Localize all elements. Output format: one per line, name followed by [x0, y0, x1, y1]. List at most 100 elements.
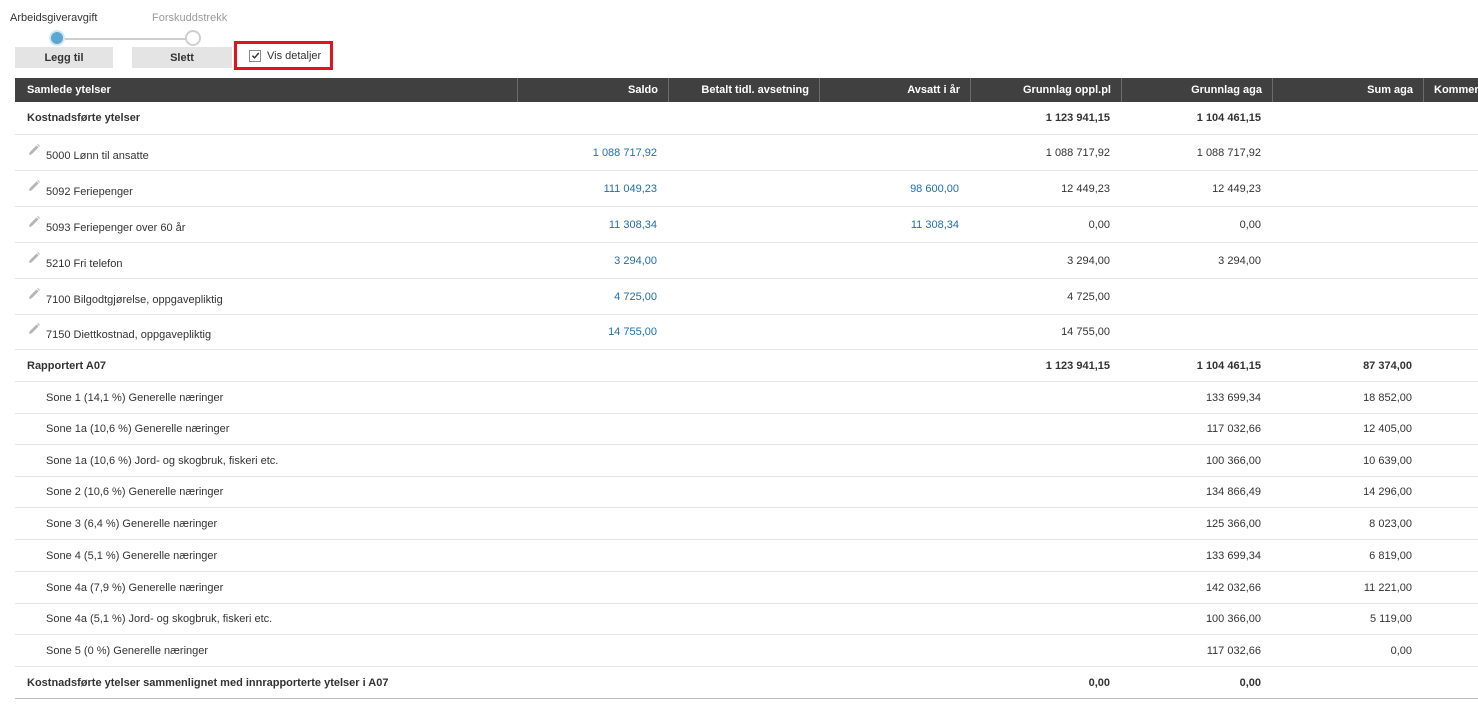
- step-dot-active[interactable]: [49, 30, 65, 46]
- row-name-cell: 5210 Fri telefon: [27, 243, 122, 278]
- pencil-icon[interactable]: [27, 179, 41, 193]
- cell-betalt: [668, 508, 819, 539]
- cell-aga: 1 104 461,15: [1196, 359, 1261, 372]
- row-name: 5093 Feriepenger over 60 år: [46, 221, 186, 234]
- row-name-cell: 5092 Feriepenger: [27, 171, 133, 206]
- row-name: Kostnadsførte ytelser sammenlignet med i…: [27, 676, 389, 689]
- pencil-icon[interactable]: [27, 215, 41, 229]
- column-header-sum-aga[interactable]: Sum aga: [1272, 78, 1423, 102]
- pencil-icon[interactable]: [27, 322, 41, 336]
- cell-saldo: [517, 477, 668, 507]
- cell-sum: [1272, 315, 1423, 349]
- cell-betalt: [668, 540, 819, 571]
- table-row[interactable]: 7150 Diettkostnad, oppgavepliktig 14 755,…: [15, 314, 1478, 349]
- cell-aga: 3 294,00: [1218, 254, 1261, 267]
- cell-saldo[interactable]: 1 088 717,92: [517, 135, 668, 170]
- step-dot-inactive[interactable]: [185, 30, 201, 46]
- table-row[interactable]: 5092 Feriepenger 111 049,23 98 600,00 12 44…: [15, 170, 1478, 206]
- row-name-cell: Sone 1a (10,6 %) Jord- og skogbruk, fisk…: [46, 445, 278, 476]
- cell-aga: 0,00: [1239, 218, 1261, 231]
- column-header-saldo[interactable]: Saldo: [517, 78, 668, 102]
- cell-saldo[interactable]: 4 725,00: [517, 279, 668, 314]
- row-name-cell: Sone 4 (5,1 %) Generelle næringer: [46, 540, 217, 571]
- column-header-samlede-ytelser[interactable]: Samlede ytelser: [15, 78, 517, 102]
- column-header-grunnlag-oppl[interactable]: Grunnlag oppl.pl: [970, 78, 1121, 102]
- cell-betalt: [668, 102, 819, 134]
- cell-saldo: [517, 540, 668, 571]
- add-button[interactable]: Legg til: [15, 47, 113, 68]
- cell-sum: [1272, 279, 1423, 314]
- pencil-icon[interactable]: [27, 287, 41, 301]
- cell-sum: 6 819,00: [1369, 549, 1412, 562]
- cell-betalt: [668, 382, 819, 413]
- row-name-cell: Sone 1a (10,6 %) Generelle næringer: [46, 414, 229, 444]
- cell-avsatt[interactable]: 11 308,34: [819, 207, 970, 242]
- column-header-avsatt[interactable]: Avsatt i år: [819, 78, 970, 102]
- cell-aga: 100 366,00: [1205, 613, 1261, 625]
- row-name: Kostnadsførte ytelser: [27, 112, 141, 124]
- cell-aga: 133 699,34: [1205, 391, 1261, 404]
- column-header-kommentar[interactable]: Kommer: [1423, 78, 1478, 102]
- cell-oppl: [970, 382, 1121, 413]
- benefits-table: Samlede ytelser Saldo Betalt tidl. avset…: [15, 78, 1478, 699]
- cell-aga: 1 088 717,92: [1196, 146, 1261, 159]
- cell-saldo[interactable]: 11 308,34: [517, 207, 668, 242]
- cell-avsatt: [819, 540, 970, 571]
- row-name-cell: Sone 5 (0 %) Generelle næringer: [46, 635, 208, 666]
- show-details-checkbox[interactable]: [249, 49, 261, 62]
- column-header-betalt[interactable]: Betalt tidl. avsetning: [668, 78, 819, 102]
- cell-avsatt: [819, 477, 970, 507]
- cell-avsatt[interactable]: 98 600,00: [819, 171, 970, 206]
- step-connector: [57, 38, 193, 40]
- cell-aga: 12 449,23: [1212, 182, 1261, 195]
- cell-sum: 10 639,00: [1363, 454, 1412, 467]
- cell-aga: 134 866,49: [1205, 486, 1261, 498]
- table-row: Sone 1a (10,6 %) Jord- og skogbruk, fisk…: [15, 444, 1478, 476]
- cell-saldo: [517, 102, 668, 134]
- cell-sum: [1272, 667, 1423, 698]
- cell-saldo: [517, 572, 668, 603]
- cell-aga: 1 104 461,15: [1196, 112, 1261, 124]
- row-name-cell: Sone 3 (6,4 %) Generelle næringer: [46, 508, 217, 539]
- pencil-icon[interactable]: [27, 251, 41, 265]
- cell-aga: 125 366,00: [1205, 517, 1261, 530]
- cell-aga: [1121, 315, 1272, 349]
- table-row: Sone 2 (10,6 %) Generelle næringer 134 86…: [15, 476, 1478, 507]
- pencil-icon[interactable]: [27, 143, 41, 157]
- row-name: Sone 4a (5,1 %) Jord- og skogbruk, fiske…: [46, 613, 273, 625]
- cell-saldo[interactable]: 14 755,00: [517, 315, 668, 349]
- table-row[interactable]: 5000 Lønn til ansatte 1 088 717,92 1 088 7…: [15, 134, 1478, 170]
- cell-avsatt: [819, 445, 970, 476]
- table-row: Sone 5 (0 %) Generelle næringer 117 032,6…: [15, 634, 1478, 666]
- cell-oppl: [970, 414, 1121, 444]
- show-details-toggle[interactable]: Vis detaljer: [234, 41, 333, 70]
- cell-oppl: 0,00: [1088, 676, 1110, 689]
- cell-oppl: 1 123 941,15: [1045, 112, 1110, 124]
- cell-betalt: [668, 135, 819, 170]
- row-name: Sone 1a (10,6 %) Generelle næringer: [46, 423, 230, 435]
- step-label-forskuddstrekk[interactable]: Forskuddstrekk: [152, 12, 227, 24]
- cell-betalt: [668, 315, 819, 349]
- cell-aga: 0,00: [1239, 676, 1261, 689]
- row-name: Sone 1a (10,6 %) Jord- og skogbruk, fisk…: [46, 454, 279, 467]
- delete-button[interactable]: Slett: [132, 47, 232, 68]
- step-label-arbeidsgiveravgift[interactable]: Arbeidsgiveravgift: [10, 12, 97, 24]
- cell-oppl: 4 725,00: [1067, 290, 1110, 303]
- table-row: Sone 1 (14,1 %) Generelle næringer 133 69…: [15, 381, 1478, 413]
- cell-saldo[interactable]: 3 294,00: [517, 243, 668, 278]
- row-name-cell: Sone 4a (7,9 %) Generelle næringer: [46, 572, 223, 603]
- cell-betalt: [668, 279, 819, 314]
- cell-saldo[interactable]: 111 049,23: [517, 171, 668, 206]
- cell-sum: 12 405,00: [1363, 423, 1412, 435]
- cell-betalt: [668, 350, 819, 381]
- table-row[interactable]: 5210 Fri telefon 3 294,00 3 294,00 3 294,00: [15, 242, 1478, 278]
- cell-saldo: [517, 667, 668, 698]
- row-name: Sone 4a (7,9 %) Generelle næringer: [46, 581, 224, 594]
- cell-betalt: [668, 667, 819, 698]
- row-name: 5000 Lønn til ansatte: [46, 149, 149, 162]
- table-row[interactable]: 7100 Bilgodtgjørelse, oppgavepliktig 4 72…: [15, 278, 1478, 314]
- column-header-grunnlag-aga[interactable]: Grunnlag aga: [1121, 78, 1272, 102]
- cell-avsatt: [819, 635, 970, 666]
- cell-sum: 0,00: [1390, 644, 1412, 657]
- table-row[interactable]: 5093 Feriepenger over 60 år 11 308,34 11 3…: [15, 206, 1478, 242]
